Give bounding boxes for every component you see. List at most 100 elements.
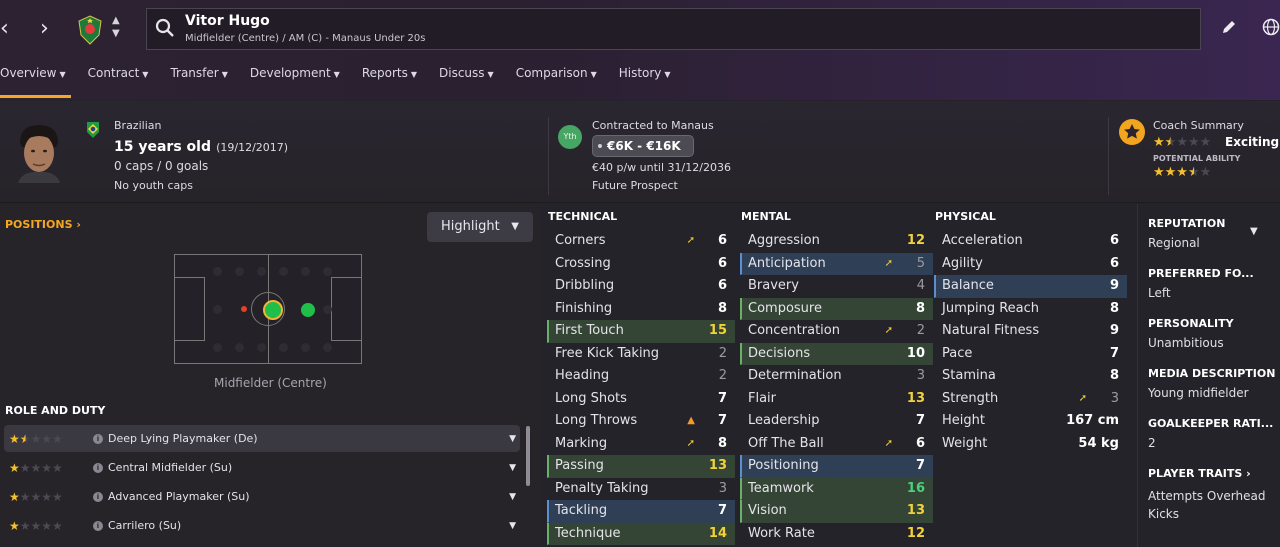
positions-link[interactable]: POSITIONS › (5, 218, 81, 231)
coach-star-icon (1119, 119, 1145, 145)
tab-history[interactable]: History ▼ (608, 62, 682, 92)
position-pitch (174, 254, 362, 364)
role-stars: ★★★★★ (9, 431, 63, 446)
attribute-row[interactable]: Work Rate 12 (740, 523, 933, 546)
attribute-row[interactable]: Leadership 7 (740, 410, 933, 433)
goalkeeper-rating-label: GOALKEEPER RATI... (1148, 417, 1274, 430)
mental-attributes: MENTAL Aggression 12 Anticipation ➚ 5 Brave… (740, 204, 933, 545)
arrow-up-icon: ➚ (686, 235, 695, 246)
role-label: Deep Lying Playmaker (De) (108, 432, 258, 445)
attribute-row[interactable]: Long Shots 7 (547, 388, 735, 411)
attribute-row[interactable]: Penalty Taking 3 (547, 478, 735, 501)
attribute-row[interactable]: Vision 13 (740, 500, 933, 523)
attribute-row[interactable]: Composure 8 (740, 297, 933, 320)
potential-ability-stars: ★★★★★ (1153, 165, 1212, 180)
attribute-row[interactable]: Anticipation ➚ 5 (740, 252, 933, 275)
attribute-row[interactable]: Determination 3 (740, 365, 933, 388)
attribute-row[interactable]: Bravery 4 (740, 275, 933, 298)
attribute-row[interactable]: Strength ➚ 3 (934, 388, 1127, 411)
info-icon[interactable]: i (93, 491, 103, 502)
attribute-row[interactable]: Tackling 7 (547, 500, 735, 523)
arrow-up-icon: ▲ (687, 415, 695, 426)
attribute-row[interactable]: Concentration ➚ 2 (740, 320, 933, 343)
highlight-dropdown[interactable]: Highlight ▼ (427, 212, 533, 242)
attribute-row[interactable]: Teamwork 16 (740, 477, 933, 500)
roles-scrollbar[interactable] (526, 426, 530, 486)
back-icon[interactable]: ‹ (0, 14, 9, 44)
attribute-row[interactable]: Crossing 6 (547, 253, 735, 276)
attribute-row[interactable]: Jumping Reach 8 (934, 298, 1127, 321)
attribute-row[interactable]: Stamina 8 (934, 365, 1127, 388)
player-subtitle: Midfielder (Centre) / AM (C) - Manaus Un… (185, 33, 426, 44)
attribute-row[interactable]: Natural Fitness 9 (934, 320, 1127, 343)
role-row[interactable]: ★★★★★ i Advanced Playmaker (Su) ▼ (4, 483, 520, 510)
attribute-row[interactable]: Balance 9 (934, 275, 1127, 298)
tab-discuss[interactable]: Discuss ▼ (428, 62, 505, 92)
personality-value: Unambitious (1148, 336, 1224, 350)
divider (1108, 117, 1109, 195)
position-dot-am (301, 303, 315, 317)
forward-icon[interactable]: › (40, 14, 49, 44)
nationality-flag-icon (87, 122, 99, 138)
attribute-row[interactable]: Heading 2 (547, 365, 735, 388)
tab-development[interactable]: Development ▼ (239, 62, 351, 92)
attribute-row[interactable]: Positioning 7 (740, 455, 933, 478)
attribute-row[interactable]: Agility 6 (934, 253, 1127, 276)
attribute-row[interactable]: Technique 14 (547, 522, 735, 545)
info-icon[interactable]: i (93, 433, 103, 444)
reputation-value: Regional (1148, 236, 1200, 250)
attribute-row[interactable]: Aggression 12 (740, 230, 933, 253)
wage-range-pill[interactable]: €6K - €16K (592, 135, 694, 157)
player-traits-link[interactable]: PLAYER TRAITS › (1148, 467, 1251, 480)
globe-icon[interactable] (1262, 18, 1280, 36)
attribute-row[interactable]: Acceleration 6 (934, 230, 1127, 253)
tab-comparison[interactable]: Comparison ▼ (505, 62, 608, 92)
tab-contract[interactable]: Contract ▼ (77, 62, 160, 92)
potential-label: POTENTIAL ABILITY (1153, 154, 1241, 163)
arrow-up-icon: ➚ (1078, 392, 1087, 404)
attribute-row[interactable]: Free Kick Taking 2 (547, 343, 735, 366)
arrow-up-icon: ➚ (884, 257, 893, 269)
chevron-down-icon[interactable]: ▼ (509, 434, 516, 444)
attribute-row[interactable]: Long Throws ▲ 7 (547, 410, 735, 433)
info-icon[interactable]: i (93, 462, 103, 473)
info-sidebar: REPUTATION ▼ Regional PREFERRED FO... Le… (1137, 204, 1280, 547)
attribute-row: Height 167 cm (942, 413, 1119, 428)
mental-title: MENTAL (741, 210, 791, 223)
top-bar: ‹ › ▲ ▼ Vitor Hugo Midfielder (Centre) / … (0, 0, 1280, 100)
role-and-duty-title: ROLE AND DUTY (5, 404, 106, 417)
tab-reports[interactable]: Reports ▼ (351, 62, 428, 92)
role-row[interactable]: ★★★★★ i Carrilero (Su) ▼ (4, 512, 520, 539)
role-label: Carrilero (Su) (108, 519, 182, 532)
player-face-icon (18, 125, 60, 183)
attribute-row[interactable]: Dribbling 6 (547, 275, 735, 298)
role-label: Central Midfielder (Su) (108, 461, 233, 474)
player-search-box[interactable]: Vitor Hugo Midfielder (Centre) / AM (C) … (146, 8, 1201, 50)
technical-title: TECHNICAL (548, 210, 618, 223)
pencil-icon[interactable] (1220, 18, 1238, 36)
attribute-row[interactable]: Passing 13 (547, 455, 735, 478)
attribute-row[interactable]: Finishing 8 (547, 298, 735, 321)
attribute-row[interactable]: Corners ➚ 6 (547, 230, 735, 253)
role-row[interactable]: ★★★★★ i Deep Lying Playmaker (De) ▼ (4, 425, 520, 452)
tab-bar: Overview ▼ Contract ▼ Transfer ▼ Developmen… (0, 62, 682, 98)
tab-overview[interactable]: Overview ▼ (0, 62, 77, 98)
chevron-down-icon[interactable]: ▼ (509, 463, 516, 473)
attribute-row[interactable]: Pace 7 (934, 343, 1127, 366)
role-row[interactable]: ★★★★★ i Central Midfielder (Su) ▼ (4, 454, 520, 481)
up-down-arrows[interactable]: ▲ ▼ (112, 14, 120, 40)
info-icon[interactable]: i (93, 520, 103, 531)
chevron-down-icon[interactable]: ▼ (509, 492, 516, 502)
tab-transfer[interactable]: Transfer ▼ (159, 62, 238, 92)
attribute-row[interactable]: First Touch 15 (547, 320, 735, 343)
search-icon[interactable] (155, 18, 175, 38)
attribute-row[interactable]: Decisions 10 (740, 342, 933, 365)
attribute-row[interactable]: Off The Ball ➚ 6 (740, 433, 933, 456)
chevron-down-icon[interactable]: ▼ (509, 521, 516, 531)
club-crest-icon[interactable] (78, 15, 102, 45)
preferred-foot-value: Left (1148, 286, 1171, 300)
personality-label: PERSONALITY (1148, 317, 1234, 330)
attribute-row[interactable]: Marking ➚ 8 (547, 433, 735, 456)
role-stars: ★★★★★ (9, 460, 63, 475)
attribute-row[interactable]: Flair 13 (740, 388, 933, 411)
